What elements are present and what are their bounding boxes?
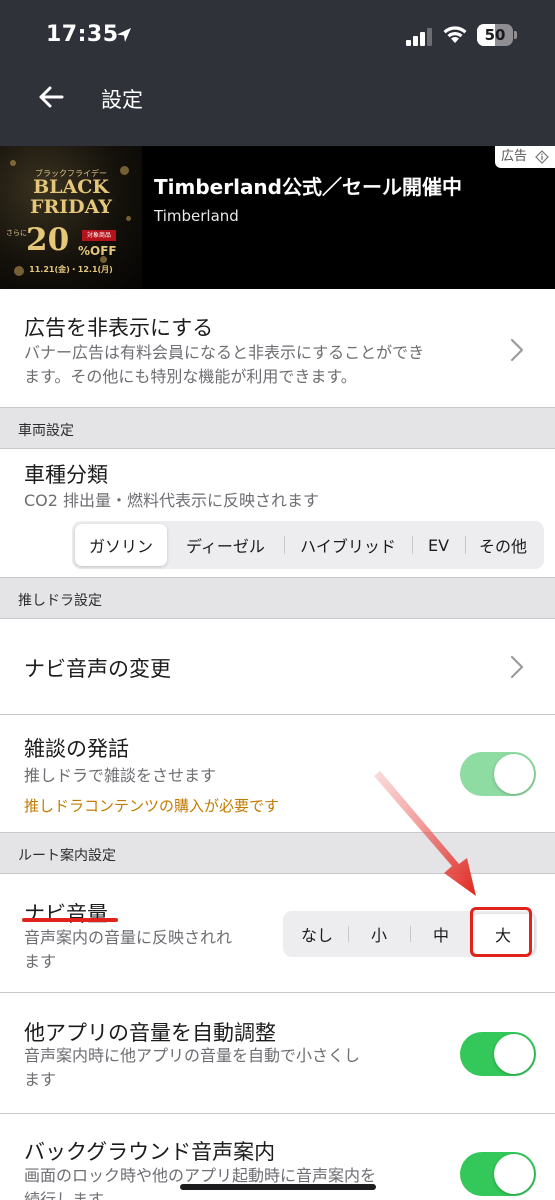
vehicle-type-segmented-control[interactable]: ガソリン ディーゼル ハイブリッド EV その他 (72, 521, 544, 569)
background-voice-desc-line2: 続行します (24, 1190, 105, 1200)
navi-voice-change-title: ナビ音声の変更 (24, 657, 171, 681)
navi-volume-desc-line1: 音声案内の音量に反映されれ (24, 928, 233, 947)
chevron-right-icon (510, 655, 524, 679)
volume-option-mid[interactable]: 中 (410, 914, 472, 954)
toggle-knob (494, 754, 534, 794)
auto-adjust-toggle[interactable] (460, 1032, 536, 1076)
cellular-signal-icon (406, 28, 432, 46)
toggle-knob (494, 1034, 534, 1074)
chat-warning: 推しドラコンテンツの購入が必要です (24, 797, 280, 815)
ad-image-dates: 11.21(金)・12.1(月) (29, 265, 113, 274)
navi-volume-desc-line2: ます (24, 952, 57, 971)
chat-title: 雑談の発話 (24, 737, 129, 761)
ad-image-black: BLACK (33, 176, 109, 198)
auto-adjust-row: 他アプリの音量を自動調整 音声案内時に他アプリの音量を自動で小さくし ます (0, 993, 555, 1113)
vehicle-type-row: 車種分類 CO2 排出量・燃料代表示に反映されます ガソリン ディーゼル ハイブ… (0, 449, 555, 577)
chevron-right-icon (510, 338, 524, 362)
annotation-highlight-box (470, 907, 532, 957)
chat-desc: 推しドラで雑談をさせます (24, 766, 217, 785)
navi-voice-change-row[interactable]: ナビ音声の変更 (0, 619, 555, 714)
header: 17:35 50 設定 (0, 0, 555, 146)
hide-ads-desc-line1: バナー広告は有料会員になると非表示にすることができ (24, 343, 425, 362)
ad-banner[interactable]: ブラックフライデー BLACK FRIDAY さらに 20 対象商品 %OFF … (0, 146, 555, 289)
background-voice-title: バックグラウンド音声案内 (24, 1140, 276, 1164)
ad-image-tag: 対象商品 (82, 230, 116, 241)
auto-adjust-desc-line1: 音声案内時に他アプリの音量を自動で小さくし (24, 1046, 361, 1065)
section-header-oshidora: 推しドラ設定 (0, 577, 555, 619)
annotation-underline (22, 918, 118, 922)
battery-icon: 50 (477, 24, 517, 46)
ad-title[interactable]: Timberland公式／セール開催中 (154, 171, 462, 200)
auto-adjust-title: 他アプリの音量を自動調整 (24, 1021, 276, 1045)
ad-image[interactable]: ブラックフライデー BLACK FRIDAY さらに 20 対象商品 %OFF … (0, 146, 142, 289)
ad-image-extra: さらに (6, 229, 27, 237)
ad-image-off: %OFF (78, 244, 117, 258)
hide-ads-title: 広告を非表示にする (24, 316, 214, 340)
home-indicator (180, 1184, 376, 1190)
volume-option-low[interactable]: 小 (348, 914, 410, 954)
vehicle-option-ev[interactable]: EV (412, 524, 465, 566)
vehicle-type-title: 車種分類 (24, 463, 108, 487)
auto-adjust-desc-line2: ます (24, 1070, 57, 1089)
toggle-knob (494, 1154, 534, 1194)
vehicle-option-gasoline[interactable]: ガソリン (75, 524, 167, 566)
ad-advertiser: Timberland (154, 207, 239, 225)
background-voice-toggle[interactable] (460, 1152, 536, 1196)
ad-info-icon[interactable] (535, 150, 549, 164)
section-header-vehicle: 車両設定 (0, 407, 555, 449)
ad-label-text: 広告 (501, 149, 528, 164)
hide-ads-row[interactable]: 広告を非表示にする バナー広告は有料会員になると非表示にすることができ ます。そ… (0, 289, 555, 407)
battery-level: 50 (484, 26, 506, 44)
section-label-route: ルート案内設定 (18, 848, 116, 864)
location-arrow-icon (117, 28, 131, 42)
ad-image-percent: 20 (26, 222, 70, 258)
navi-volume-title: ナビ音量 (24, 902, 108, 926)
ad-image-friday: FRIDAY (29, 196, 112, 218)
vehicle-option-hybrid[interactable]: ハイブリッド (284, 524, 412, 566)
status-bar: 17:35 50 (0, 0, 555, 74)
vehicle-type-desc: CO2 排出量・燃料代表示に反映されます (24, 491, 320, 510)
section-label-oshidora: 推しドラ設定 (18, 593, 102, 609)
annotation-arrow-icon (374, 771, 476, 896)
hide-ads-desc-line2: ます。その他にも特別な機能が利用できます。 (24, 367, 357, 386)
status-time: 17:35 (46, 22, 119, 47)
back-arrow-icon[interactable] (34, 80, 68, 114)
page-title: 設定 (101, 88, 143, 112)
wifi-icon (443, 26, 467, 43)
vehicle-option-other[interactable]: その他 (465, 524, 541, 566)
vehicle-option-diesel[interactable]: ディーゼル (167, 524, 284, 566)
section-label-vehicle: 車両設定 (18, 423, 74, 439)
volume-option-none[interactable]: なし (286, 914, 348, 954)
